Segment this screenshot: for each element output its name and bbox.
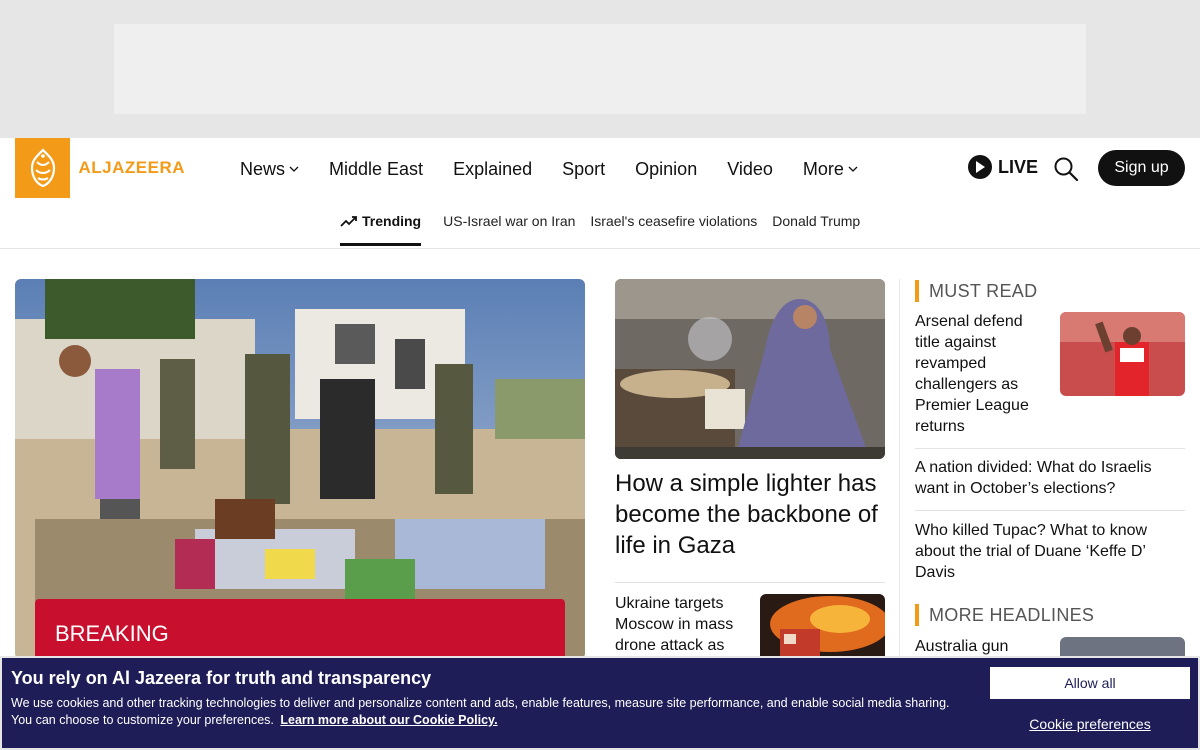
breaking-badge[interactable]: BREAKING — [35, 599, 565, 661]
site-header: ALJAZEERA News Middle East Explained Spo… — [0, 138, 1200, 249]
trending-link-ceasefire[interactable]: Israel's ceasefire violations — [590, 213, 757, 229]
trending-link-trump[interactable]: Donald Trump — [772, 213, 860, 229]
ukraine-photo — [760, 594, 885, 664]
divider — [615, 582, 885, 583]
sign-up-button[interactable]: Sign up — [1098, 150, 1185, 186]
trending-bar: Trending US-Israel war on Iran Israel's … — [340, 213, 875, 248]
nav-more[interactable]: More — [803, 159, 858, 180]
nav-explained[interactable]: Explained — [453, 159, 532, 180]
ukraine-story-image[interactable] — [760, 594, 885, 664]
nav-opinion[interactable]: Opinion — [635, 159, 697, 180]
cookie-policy-link[interactable]: Learn more about our Cookie Policy. — [280, 713, 497, 727]
divider — [915, 448, 1185, 449]
must-read-title: MUST READ — [929, 280, 1038, 301]
trending-link-iran[interactable]: US-Israel war on Iran — [443, 213, 575, 229]
ukraine-headline[interactable]: Ukraine targets Moscow in mass drone att… — [615, 593, 750, 656]
gaza-story-image[interactable] — [615, 279, 885, 459]
advertisement-band — [0, 0, 1200, 138]
trending-label-text: Trending — [362, 213, 422, 229]
search-icon — [1054, 157, 1079, 182]
play-icon — [968, 155, 992, 179]
more-headlines-title: MORE HEADLINES — [929, 604, 1095, 625]
cookie-text: We use cookies and other tracking techno… — [11, 695, 971, 729]
allow-all-button[interactable]: Allow all — [990, 667, 1190, 699]
nav-middle-east[interactable]: Middle East — [329, 159, 423, 180]
nav-sport[interactable]: Sport — [562, 159, 605, 180]
more-headlines-australia[interactable]: Australia gun — [915, 636, 1050, 657]
gaza-photo — [615, 279, 885, 459]
must-read-israel-elections[interactable]: A nation divided: What do Israelis want … — [915, 457, 1180, 499]
more-headlines-heading: MORE HEADLINES — [915, 604, 1094, 626]
brand-name: ALJAZEERA — [78, 158, 185, 177]
rail-divider — [899, 279, 900, 659]
must-read-heading: MUST READ — [915, 280, 1037, 302]
must-read-arsenal[interactable]: Arsenal defend title against revamped ch… — [915, 311, 1040, 437]
cookie-title: You rely on Al Jazeera for truth and tra… — [11, 668, 432, 688]
must-read-tupac[interactable]: Who killed Tupac? What to know about the… — [915, 520, 1180, 583]
trending-up-icon — [340, 216, 357, 227]
arsenal-photo — [1060, 312, 1185, 396]
trending-label: Trending — [340, 213, 422, 246]
live-label: LIVE — [998, 156, 1039, 177]
search-button[interactable] — [1053, 156, 1079, 182]
cookie-preferences-link[interactable]: Cookie preferences — [990, 716, 1190, 732]
nav-news[interactable]: News — [240, 159, 299, 180]
live-button[interactable]: LIVE — [968, 155, 1038, 179]
site-logo[interactable]: ALJAZEERA — [15, 138, 185, 198]
main-nav: News Middle East Explained Sport Opinion… — [240, 156, 888, 182]
divider — [915, 510, 1185, 511]
aljazeera-logo-icon — [15, 138, 71, 198]
nav-more-label: More — [802, 158, 844, 179]
nav-news-label: News — [240, 158, 286, 179]
cookie-banner: You rely on Al Jazeera for truth and tra… — [0, 656, 1200, 750]
chevron-down-icon — [848, 166, 858, 172]
chevron-down-icon — [289, 166, 299, 172]
gaza-headline[interactable]: How a simple lighter has become the back… — [615, 468, 890, 561]
arsenal-story-image[interactable] — [1060, 312, 1185, 396]
ad-slot[interactable] — [114, 24, 1086, 114]
nav-video[interactable]: Video — [727, 159, 773, 180]
